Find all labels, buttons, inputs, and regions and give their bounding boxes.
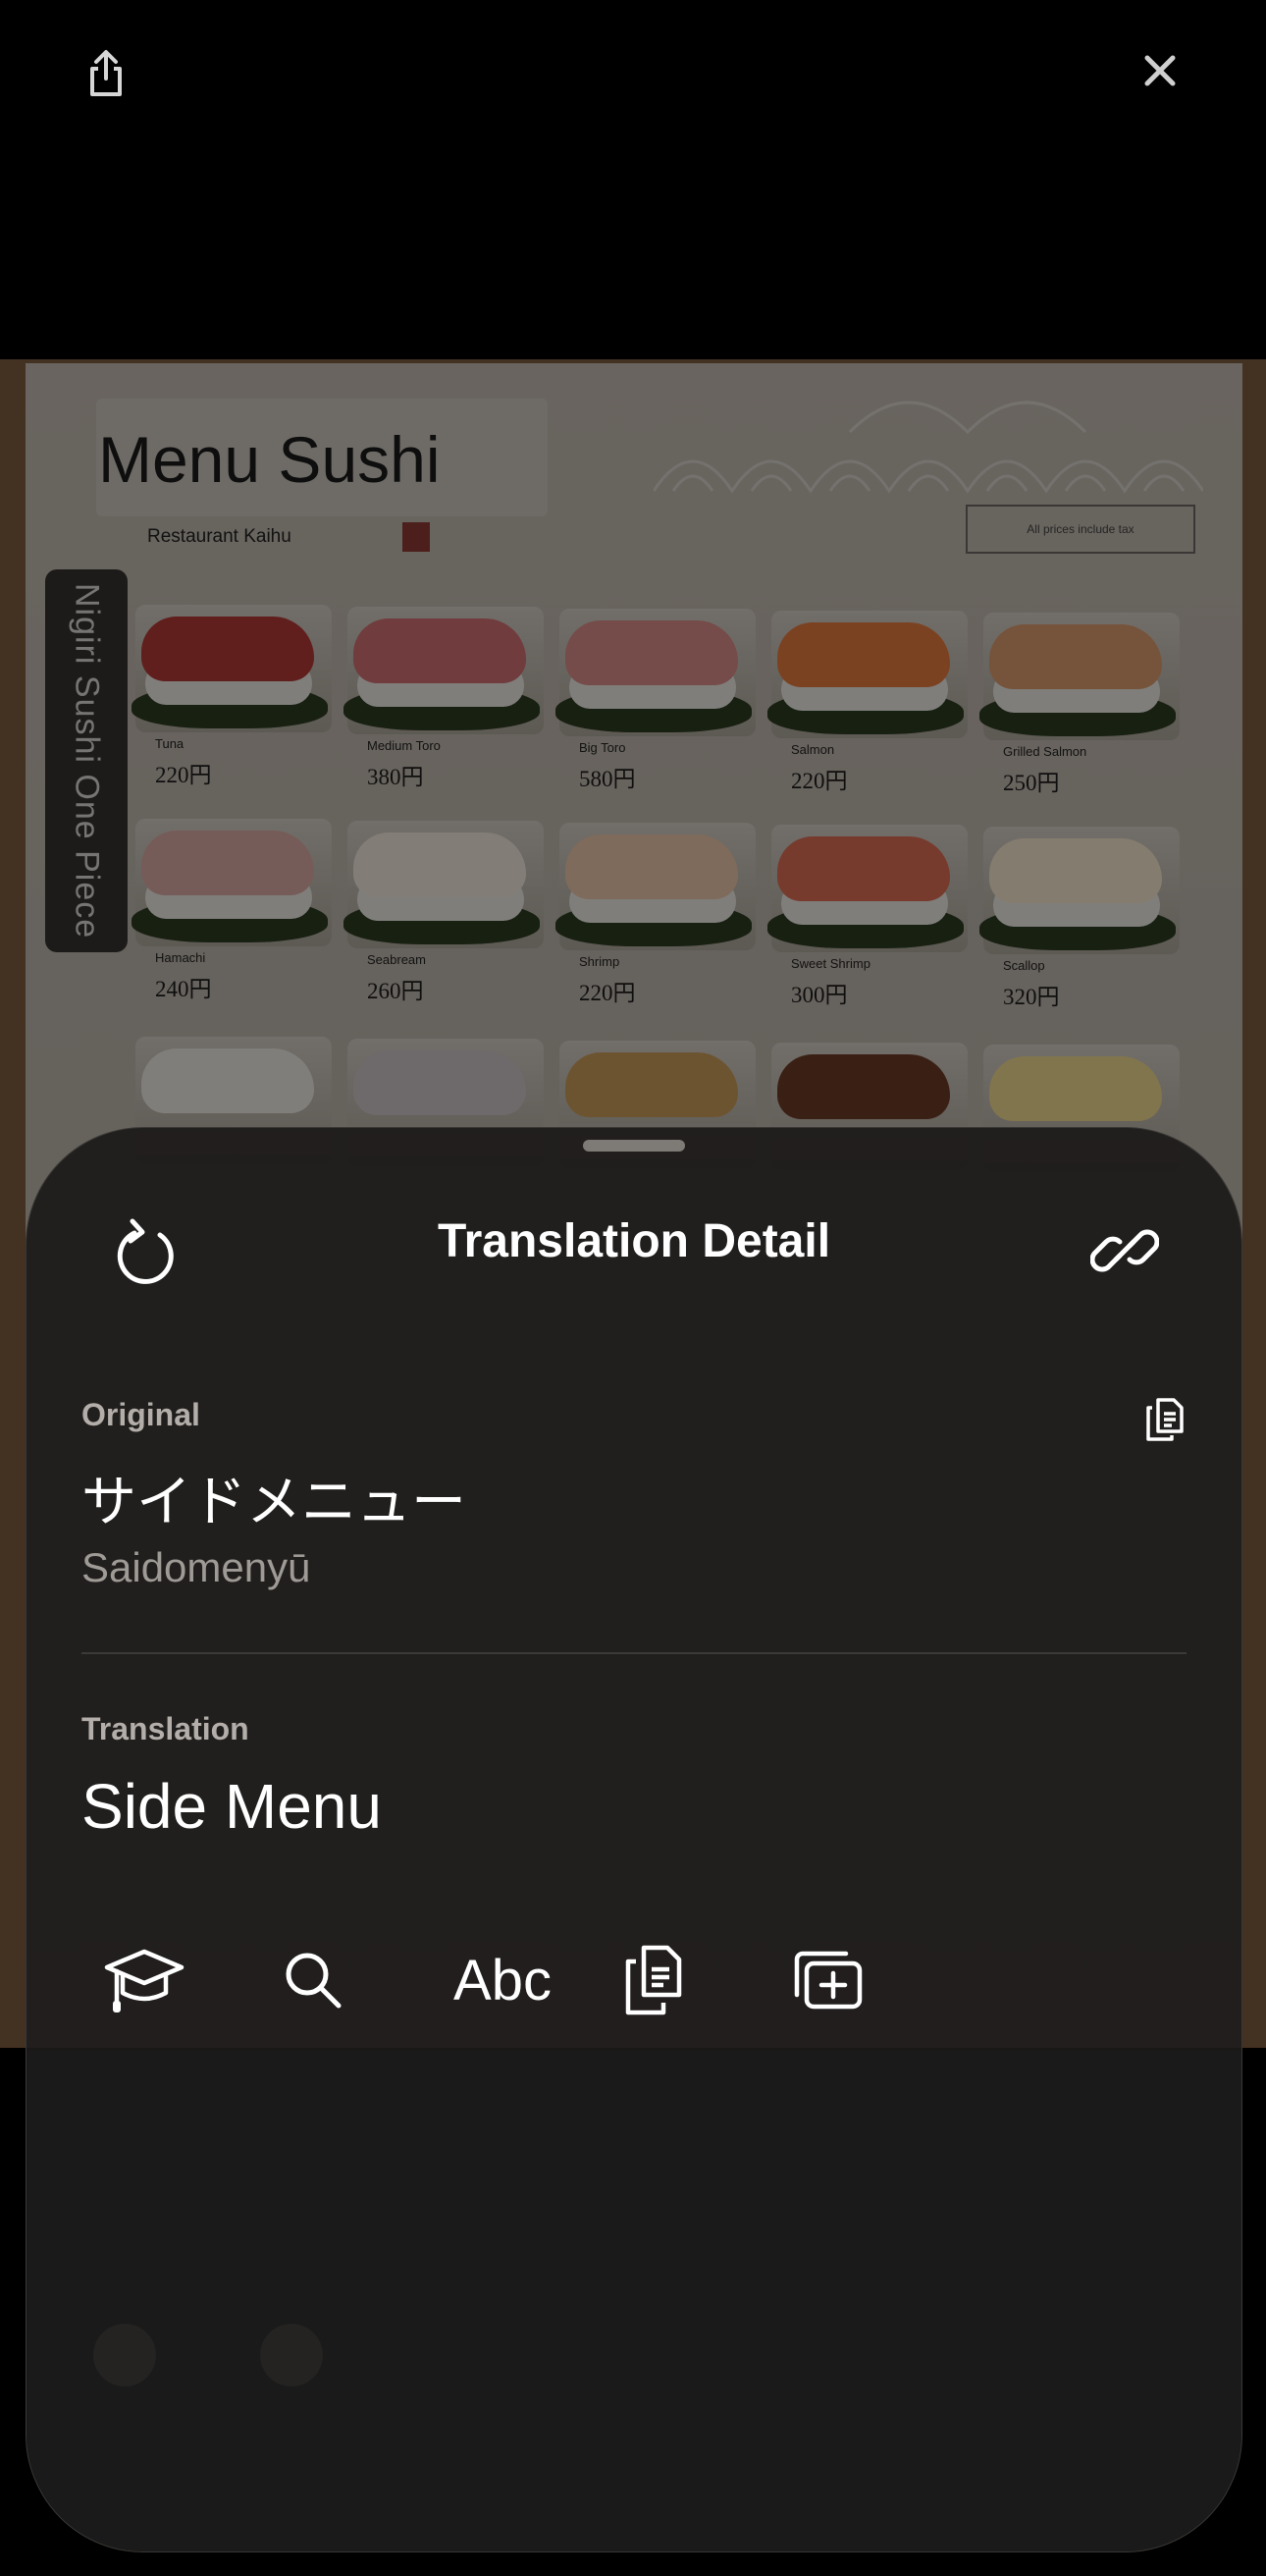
link-button[interactable]: [1084, 1210, 1165, 1291]
translation-text: Side Menu: [81, 1771, 382, 1842]
search-button[interactable]: [264, 1931, 362, 2029]
abc-button[interactable]: Abc: [429, 1931, 576, 2029]
add-to-collection-button[interactable]: [778, 1931, 876, 2029]
sheet-title: Translation Detail: [437, 1215, 831, 1267]
search-icon: [286, 1953, 342, 2009]
close-button[interactable]: [1129, 39, 1191, 102]
copy-icon: [1146, 1398, 1184, 1441]
translation-detail-sheet: Translation Detail Original サイドメニュー Said…: [26, 1127, 1242, 2552]
learn-button[interactable]: [95, 1931, 193, 2029]
graduation-cap-icon: [104, 1949, 185, 2012]
copy-button[interactable]: [606, 1931, 704, 2029]
sheet-grabber[interactable]: [583, 1140, 685, 1152]
copy-original-button[interactable]: [1139, 1393, 1190, 1446]
romanization: Saidomenyū: [81, 1544, 311, 1590]
original-label: Original: [81, 1397, 200, 1432]
sheet-lower-area: [26, 2051, 1241, 2551]
faded-control: [260, 2324, 323, 2387]
close-icon: [1144, 55, 1176, 86]
add-to-collection-icon: [794, 1951, 863, 2010]
copy-icon: [625, 1945, 682, 2015]
top-bar: [0, 0, 1266, 359]
translation-label: Translation: [81, 1711, 249, 1746]
original-text: サイドメニュー: [81, 1471, 466, 1534]
link-icon: [1090, 1229, 1159, 1272]
share-button[interactable]: [77, 39, 135, 108]
faded-control: [93, 2324, 156, 2387]
share-icon: [90, 50, 122, 96]
section-divider: [81, 1652, 1187, 1654]
